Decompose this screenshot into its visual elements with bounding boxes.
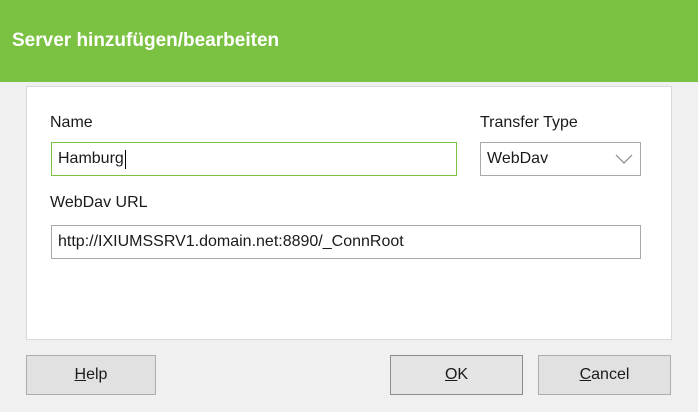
title-bar: Server hinzufügen/bearbeiten: [0, 0, 698, 82]
chevron-down-icon: [614, 152, 634, 166]
help-label: elp: [86, 366, 108, 383]
cancel-mnemonic: C: [579, 366, 592, 383]
ok-mnemonic: O: [444, 366, 458, 383]
ok-button[interactable]: OK: [390, 355, 523, 395]
server-dialog: Server hinzufügen/bearbeiten Name Hambur…: [0, 0, 698, 412]
name-input[interactable]: Hamburg: [51, 142, 457, 176]
ok-label: K: [457, 366, 469, 383]
name-input-value: Hamburg: [58, 150, 124, 167]
webdav-url-input[interactable]: http://IXIUMSSRV1.domain.net:8890/_ConnR…: [51, 225, 641, 259]
dialog-title: Server hinzufügen/bearbeiten: [12, 30, 280, 51]
name-label: Name: [50, 114, 93, 131]
transfer-type-label: Transfer Type: [480, 114, 578, 131]
help-mnemonic: H: [74, 366, 87, 383]
form-panel: Name Hamburg Transfer Type WebDav WebDav…: [26, 86, 672, 340]
transfer-type-select[interactable]: WebDav: [480, 142, 641, 176]
webdav-url-value: http://IXIUMSSRV1.domain.net:8890/_ConnR…: [58, 233, 404, 250]
cancel-button[interactable]: Cancel: [538, 355, 671, 395]
transfer-type-value: WebDav: [487, 150, 549, 167]
help-button[interactable]: Help: [26, 355, 156, 395]
cancel-label: ancel: [591, 366, 630, 383]
text-caret: [124, 149, 126, 169]
webdav-url-label: WebDav URL: [50, 194, 148, 211]
